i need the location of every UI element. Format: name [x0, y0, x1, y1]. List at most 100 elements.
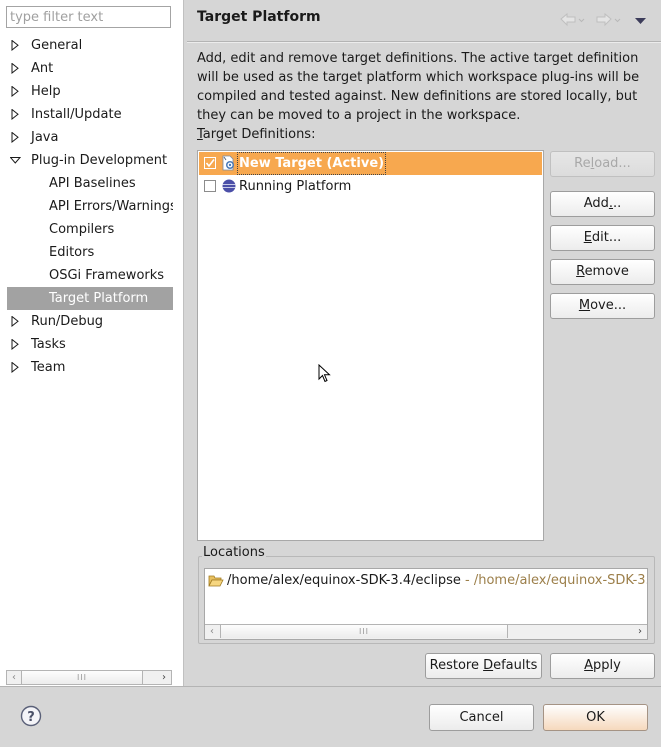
mnemonic: R	[576, 264, 585, 279]
ok-button[interactable]: OK	[543, 704, 648, 731]
add-button[interactable]: Add...	[550, 191, 655, 217]
scroll-right-arrow-icon[interactable]: ›	[633, 625, 647, 638]
cancel-button[interactable]: Cancel	[429, 704, 534, 731]
definition-row-running-platform[interactable]: Running Platform	[199, 175, 542, 198]
scrollbar-grip: III	[76, 673, 88, 682]
label-part: dit...	[591, 230, 622, 245]
tree-item-api-errors-warnings[interactable]: API Errors/Warnings	[0, 195, 173, 218]
label-part: Restore	[429, 658, 484, 673]
tree-item-install-update[interactable]: Install/Update	[0, 103, 173, 126]
mnemonic: D	[483, 658, 494, 673]
scroll-right-arrow-icon[interactable]: ›	[157, 671, 171, 684]
scrollbar-thumb[interactable]: III	[220, 625, 508, 638]
tree-item-editors[interactable]: Editors	[0, 241, 173, 264]
tree-item-label: Team	[31, 360, 66, 375]
apply-button[interactable]: Apply	[550, 653, 655, 679]
tree-item-target-platform[interactable]: Target Platform	[7, 287, 173, 310]
locations-horizontal-scrollbar[interactable]: ‹ III ›	[205, 624, 647, 639]
mnemonic: E	[583, 230, 592, 245]
tree-item-plug-in-development[interactable]: Plug-in Development	[0, 149, 173, 172]
collapsed-triangle-icon[interactable]	[10, 356, 20, 379]
restore-defaults-button[interactable]: Restore Defaults	[425, 653, 542, 679]
collapsed-triangle-icon[interactable]	[10, 333, 20, 356]
collapsed-triangle-icon[interactable]	[10, 34, 20, 57]
tree-item-label: Target Platform	[49, 291, 149, 306]
tree-item-label: General	[31, 38, 83, 53]
label-part: pply	[593, 658, 621, 673]
tree-item-general[interactable]: General	[0, 34, 173, 57]
forward-button[interactable]	[596, 12, 624, 32]
tree-item-team[interactable]: Team	[0, 356, 173, 379]
tree-item-tasks[interactable]: Tasks	[0, 333, 173, 356]
forward-arrow-icon	[596, 12, 621, 27]
tree-item-help[interactable]: Help	[0, 80, 173, 103]
help-question-icon: ?	[20, 705, 42, 727]
definition-name: New Target (Active)	[237, 152, 387, 175]
tree-item-compilers[interactable]: Compilers	[0, 218, 173, 241]
tree-item-osgi-frameworks[interactable]: OSGi Frameworks	[0, 264, 173, 287]
mouse-cursor-icon	[318, 364, 331, 383]
scroll-left-arrow-icon[interactable]: ‹	[205, 625, 219, 638]
tree-item-api-baselines[interactable]: API Baselines	[0, 172, 173, 195]
tree-horizontal-scrollbar[interactable]: ‹ III ›	[6, 670, 172, 685]
svg-text:?: ?	[27, 710, 35, 725]
target-definition-icon	[222, 155, 234, 171]
definition-row-new-target[interactable]: New Target (Active)	[199, 152, 542, 175]
label-part: Add	[583, 196, 609, 211]
reload-button[interactable]: Reload...	[550, 151, 655, 177]
expanded-triangle-icon[interactable]	[10, 149, 21, 172]
label-part: efaults	[493, 658, 538, 673]
tree-item-label: Run/Debug	[31, 314, 104, 329]
dialog-separator	[0, 686, 661, 687]
collapsed-triangle-icon[interactable]	[10, 126, 20, 149]
remove-button[interactable]: Remove	[550, 259, 655, 285]
definition-name: Running Platform	[239, 179, 352, 194]
location-description: - /home/alex/equinox-SDK-3.4/eclipse	[465, 573, 648, 588]
locations-legend: Locations	[202, 545, 266, 560]
target-definitions-list[interactable]: New Target (Active) Running Platform	[197, 150, 544, 541]
tree-item-java[interactable]: Java	[0, 126, 173, 149]
move-button[interactable]: Move...	[550, 293, 655, 319]
running-platform-icon	[222, 179, 236, 193]
collapsed-triangle-icon[interactable]	[10, 57, 20, 80]
pane-sash[interactable]	[183, 0, 188, 686]
label-part: ove...	[590, 298, 627, 313]
tree-item-label: API Errors/Warnings	[49, 199, 173, 214]
view-menu-button[interactable]	[634, 14, 648, 29]
tree-item-label: Tasks	[31, 337, 66, 352]
page-description: Add, edit and remove target definitions.…	[197, 51, 640, 123]
label-part: ..	[613, 196, 622, 211]
label-part: oad...	[594, 156, 631, 171]
dropdown-triangle-icon	[635, 18, 646, 24]
help-button[interactable]: ?	[20, 705, 42, 727]
filter-input[interactable]	[6, 6, 171, 28]
tree-item-label: Ant	[31, 61, 54, 76]
tree-item-label: Help	[31, 84, 61, 99]
collapsed-triangle-icon[interactable]	[10, 310, 20, 333]
label-part: Re	[574, 156, 591, 171]
back-button[interactable]	[560, 12, 588, 32]
collapsed-triangle-icon[interactable]	[10, 103, 20, 126]
tree-item-label: API Baselines	[49, 176, 136, 191]
location-row[interactable]: /home/alex/equinox-SDK-3.4/eclipse - /ho…	[208, 571, 648, 591]
collapsed-triangle-icon[interactable]	[10, 80, 20, 103]
location-path: /home/alex/equinox-SDK-3.4/eclipse	[227, 573, 461, 588]
definition-checkbox[interactable]	[204, 180, 216, 192]
checkmark-icon	[205, 159, 215, 168]
tree-item-label: Install/Update	[31, 107, 122, 122]
tree-item-label: Plug-in Development	[31, 153, 168, 168]
preference-tree-pane: General Ant Help Install/Update Java Plug-in …	[0, 0, 183, 686]
page-title: Target Platform	[197, 9, 321, 25]
folder-open-icon	[208, 575, 224, 586]
tree-item-ant[interactable]: Ant	[0, 57, 173, 80]
definition-checkbox[interactable]	[204, 157, 216, 169]
edit-button[interactable]: Edit...	[550, 225, 655, 251]
mnemonic: M	[578, 298, 591, 313]
back-arrow-icon	[560, 12, 585, 27]
tree-item-run-debug[interactable]: Run/Debug	[0, 310, 173, 333]
scrollbar-thumb[interactable]: III	[21, 671, 143, 684]
tree-item-label: Java	[31, 130, 59, 145]
scroll-left-arrow-icon[interactable]: ‹	[7, 671, 21, 684]
label-part: emove	[584, 264, 629, 279]
tree-item-label: Editors	[49, 245, 95, 260]
